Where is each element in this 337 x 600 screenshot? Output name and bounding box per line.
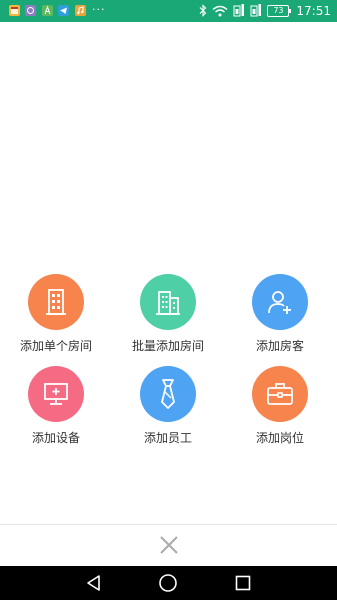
status-bar: ··· 73 17:51 [0, 0, 337, 22]
wifi-icon [212, 2, 228, 21]
add-device-button[interactable]: 添加设备 [0, 366, 112, 446]
calendar-app-icon [9, 5, 20, 16]
back-icon[interactable] [84, 573, 104, 593]
more-notifications-indicator: ··· [92, 3, 106, 16]
add-single-room-button[interactable]: 添加单个房间 [0, 274, 112, 354]
buildings-icon [140, 274, 196, 330]
close-icon [159, 535, 179, 559]
briefcase-icon [252, 366, 308, 422]
messenger-app-icon [25, 5, 36, 16]
necktie-icon [140, 366, 196, 422]
bluetooth-icon [199, 2, 207, 21]
batch-add-rooms-label: 批量添加房间 [131, 339, 204, 353]
add-staff-label: 添加员工 [143, 431, 192, 445]
battery-icon: 73 [267, 5, 292, 17]
add-staff-button[interactable]: 添加员工 [112, 366, 224, 446]
add-position-label: 添加岗位 [255, 431, 304, 445]
add-person-icon [252, 274, 308, 330]
close-button[interactable] [154, 532, 184, 562]
sim2-signal-icon [250, 2, 262, 21]
status-time: 17:51 [296, 4, 331, 18]
add-tenant-button[interactable]: 添加房客 [224, 274, 336, 354]
add-tenant-label: 添加房客 [255, 339, 304, 353]
add-position-button[interactable]: 添加岗位 [224, 366, 336, 446]
add-device-label: 添加设备 [31, 431, 80, 445]
music-app-icon [75, 5, 86, 16]
monitor-plus-icon [28, 366, 84, 422]
navigation-bar [0, 566, 337, 600]
recents-icon[interactable] [233, 573, 253, 593]
font-app-icon [42, 5, 53, 16]
building-icon [28, 274, 84, 330]
home-icon[interactable] [158, 573, 178, 593]
sim1-signal-icon [233, 2, 245, 21]
telegram-app-icon [58, 5, 69, 16]
batch-add-rooms-button[interactable]: 批量添加房间 [112, 274, 224, 354]
divider [0, 524, 337, 525]
add-single-room-label: 添加单个房间 [19, 339, 92, 353]
